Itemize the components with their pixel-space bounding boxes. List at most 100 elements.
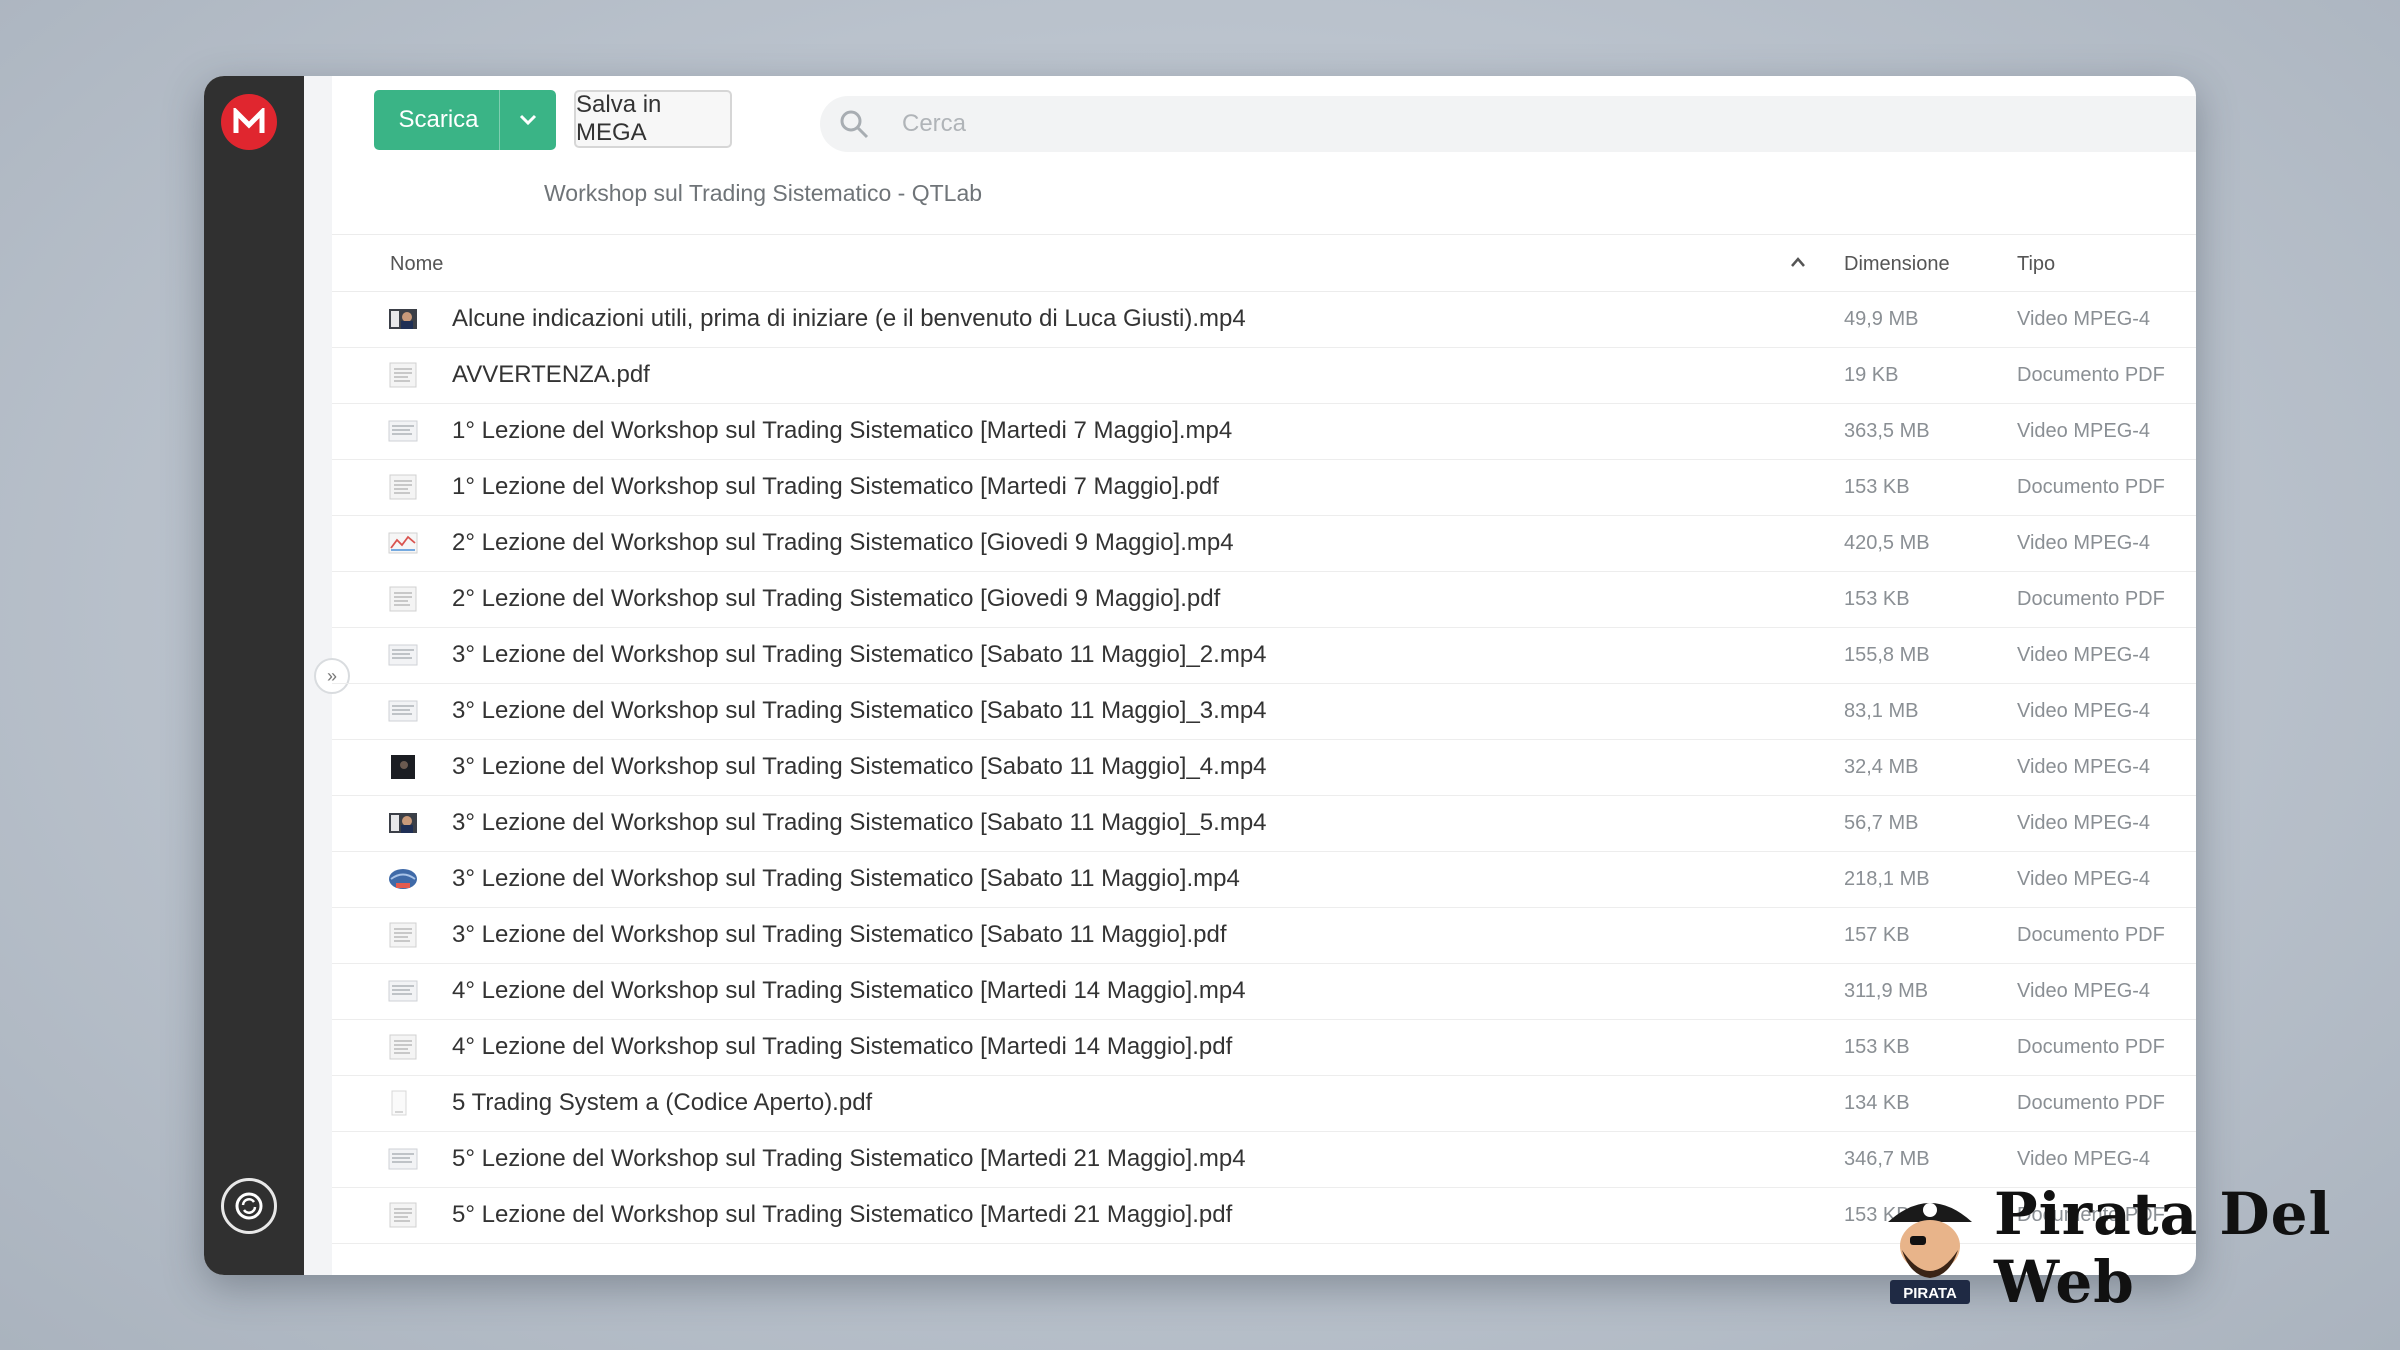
- file-row[interactable]: 1° Lezione del Workshop sul Trading Sist…: [332, 460, 2196, 516]
- file-size: 134 KB: [1844, 1092, 1910, 1114]
- file-name[interactable]: 4° Lezione del Workshop sul Trading Sist…: [452, 977, 1246, 1005]
- file-size: 49,9 MB: [1844, 308, 1919, 330]
- file-type: Documento PDF: [2017, 924, 2165, 946]
- file-thumbnail-icon: [388, 642, 418, 668]
- search-bar[interactable]: Cerca: [820, 96, 2196, 152]
- pirate-badge-icon: PIRATA: [1880, 1188, 1980, 1308]
- file-size: 19 KB: [1844, 364, 1899, 386]
- file-thumbnail-icon: [388, 1202, 418, 1228]
- file-type: Video MPEG-4: [2017, 868, 2151, 890]
- file-type: Documento PDF: [2017, 1036, 2165, 1058]
- file-type: Video MPEG-4: [2017, 812, 2151, 834]
- file-name[interactable]: 4° Lezione del Workshop sul Trading Sist…: [452, 1033, 1232, 1061]
- file-thumbnail-icon: [388, 418, 418, 444]
- file-name[interactable]: 1° Lezione del Workshop sul Trading Sist…: [452, 417, 1232, 445]
- watermark-text: Pirata Del Web: [1994, 1180, 2332, 1316]
- sidebar: [204, 76, 304, 1275]
- file-list-header: Nome Dimensione Tipo: [332, 234, 2196, 292]
- file-thumbnail-icon: [388, 1146, 418, 1172]
- mega-logo-icon[interactable]: [221, 94, 277, 150]
- file-row[interactable]: 3° Lezione del Workshop sul Trading Sist…: [332, 740, 2196, 796]
- file-row[interactable]: 4° Lezione del Workshop sul Trading Sist…: [332, 964, 2196, 1020]
- breadcrumb[interactable]: Workshop sul Trading Sistematico - QTLab: [544, 180, 982, 207]
- file-thumbnail-icon: [388, 810, 418, 836]
- file-row[interactable]: 3° Lezione del Workshop sul Trading Sist…: [332, 628, 2196, 684]
- file-thumbnail-icon: [388, 866, 418, 892]
- file-row[interactable]: 3° Lezione del Workshop sul Trading Sist…: [332, 796, 2196, 852]
- file-size: 420,5 MB: [1844, 532, 1930, 554]
- file-name[interactable]: 5 Trading System a (Codice Aperto).pdf: [452, 1089, 872, 1117]
- file-row[interactable]: 5 Trading System a (Codice Aperto).pdf 13…: [332, 1076, 2196, 1132]
- file-rows: Alcune indicazioni utili, prima di inizi…: [332, 292, 2196, 1244]
- file-thumbnail-icon: [388, 1034, 418, 1060]
- file-row[interactable]: 1° Lezione del Workshop sul Trading Sist…: [332, 404, 2196, 460]
- sync-icon[interactable]: [221, 1178, 277, 1234]
- column-size[interactable]: Dimensione: [1844, 253, 1950, 276]
- file-name[interactable]: 2° Lezione del Workshop sul Trading Sist…: [452, 585, 1220, 613]
- file-type: Documento PDF: [2017, 1092, 2165, 1114]
- file-type: Video MPEG-4: [2017, 532, 2151, 554]
- file-name[interactable]: 3° Lezione del Workshop sul Trading Sist…: [452, 753, 1267, 781]
- file-row[interactable]: AVVERTENZA.pdf 19 KB Documento PDF: [332, 348, 2196, 404]
- file-size: 155,8 MB: [1844, 644, 1930, 666]
- file-row[interactable]: 3° Lezione del Workshop sul Trading Sist…: [332, 852, 2196, 908]
- file-type: Video MPEG-4: [2017, 644, 2151, 666]
- file-size: 32,4 MB: [1844, 756, 1919, 778]
- pirate-badge-label: PIRATA: [1903, 1285, 1957, 1302]
- file-size: 153 KB: [1844, 476, 1910, 498]
- file-thumbnail-icon: [388, 474, 418, 500]
- file-type: Video MPEG-4: [2017, 308, 2151, 330]
- file-name[interactable]: 5° Lezione del Workshop sul Trading Sist…: [452, 1145, 1246, 1173]
- file-size: 153 KB: [1844, 1036, 1910, 1058]
- file-size: 157 KB: [1844, 924, 1910, 946]
- download-button[interactable]: Scarica: [374, 90, 556, 150]
- file-thumbnail-icon: [388, 530, 418, 556]
- file-type: Documento PDF: [2017, 364, 2165, 386]
- watermark: PIRATA Pirata Del Web: [1880, 1180, 2400, 1316]
- file-list: Nome Dimensione Tipo Alcune indicazioni …: [332, 234, 2196, 1244]
- file-name[interactable]: 3° Lezione del Workshop sul Trading Sist…: [452, 697, 1267, 725]
- sort-ascending-icon[interactable]: [1790, 251, 1806, 274]
- file-row[interactable]: Alcune indicazioni utili, prima di inizi…: [332, 292, 2196, 348]
- file-type: Video MPEG-4: [2017, 980, 2151, 1002]
- file-thumbnail-icon: [388, 922, 418, 948]
- file-thumbnail-icon: [388, 362, 418, 388]
- file-row[interactable]: 3° Lezione del Workshop sul Trading Sist…: [332, 684, 2196, 740]
- file-type: Documento PDF: [2017, 588, 2165, 610]
- column-type[interactable]: Tipo: [2017, 253, 2055, 276]
- save-in-mega-button[interactable]: Salva in MEGA: [574, 90, 732, 148]
- file-thumbnail-icon: [388, 754, 418, 780]
- file-row[interactable]: 2° Lezione del Workshop sul Trading Sist…: [332, 516, 2196, 572]
- file-size: 153 KB: [1844, 588, 1910, 610]
- column-name[interactable]: Nome: [390, 253, 443, 276]
- file-size: 311,9 MB: [1844, 980, 1929, 1002]
- file-size: 83,1 MB: [1844, 700, 1919, 722]
- file-row[interactable]: 3° Lezione del Workshop sul Trading Sist…: [332, 908, 2196, 964]
- file-name[interactable]: 2° Lezione del Workshop sul Trading Sist…: [452, 529, 1234, 557]
- file-type: Video MPEG-4: [2017, 420, 2151, 442]
- file-name[interactable]: 3° Lezione del Workshop sul Trading Sist…: [452, 641, 1267, 669]
- file-thumbnail-icon: [388, 586, 418, 612]
- file-thumbnail-icon: [388, 1090, 418, 1116]
- file-size: 346,7 MB: [1844, 1148, 1930, 1170]
- file-name[interactable]: 3° Lezione del Workshop sul Trading Sist…: [452, 921, 1227, 949]
- file-name[interactable]: AVVERTENZA.pdf: [452, 361, 650, 389]
- search-input[interactable]: Cerca: [902, 110, 966, 138]
- file-type: Video MPEG-4: [2017, 1148, 2151, 1170]
- file-size: 56,7 MB: [1844, 812, 1919, 834]
- file-type: Documento PDF: [2017, 476, 2165, 498]
- file-name[interactable]: 5° Lezione del Workshop sul Trading Sist…: [452, 1201, 1232, 1229]
- file-row[interactable]: 2° Lezione del Workshop sul Trading Sist…: [332, 572, 2196, 628]
- chevron-down-icon[interactable]: [499, 90, 556, 150]
- file-type: Video MPEG-4: [2017, 756, 2151, 778]
- file-row[interactable]: 4° Lezione del Workshop sul Trading Sist…: [332, 1020, 2196, 1076]
- file-name[interactable]: 3° Lezione del Workshop sul Trading Sist…: [452, 865, 1240, 893]
- file-name[interactable]: Alcune indicazioni utili, prima di inizi…: [452, 305, 1246, 333]
- file-thumbnail-icon: [388, 306, 418, 332]
- file-thumbnail-icon: [388, 978, 418, 1004]
- file-name[interactable]: 3° Lezione del Workshop sul Trading Sist…: [452, 809, 1267, 837]
- file-name[interactable]: 1° Lezione del Workshop sul Trading Sist…: [452, 473, 1219, 501]
- mega-window: » Scarica Salva in MEGA Cerca Workshop s…: [204, 76, 2196, 1275]
- file-thumbnail-icon: [388, 698, 418, 724]
- file-size: 363,5 MB: [1844, 420, 1930, 442]
